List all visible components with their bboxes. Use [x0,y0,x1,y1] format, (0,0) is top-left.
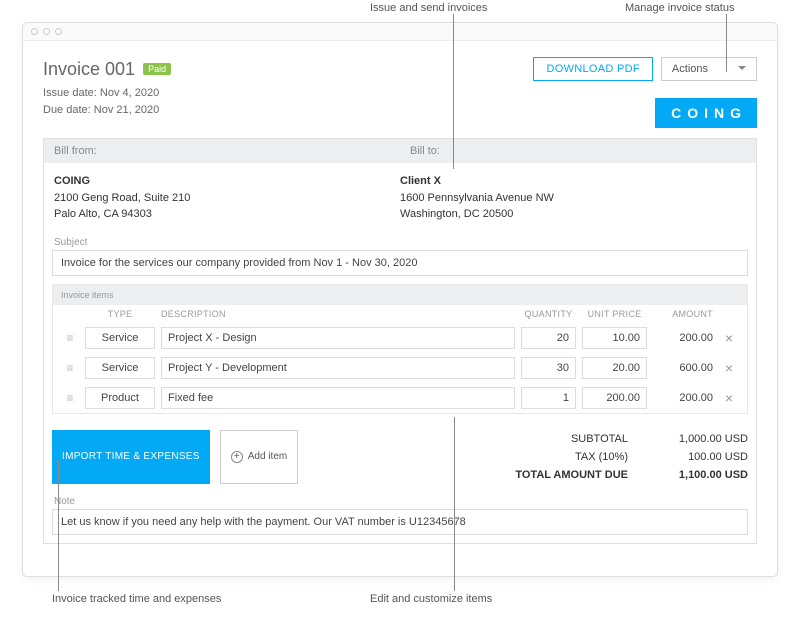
item-unit-price-input[interactable] [582,387,647,409]
brand-logo: COING [655,98,757,128]
invoice-item-row: ≡ 200.00 × [53,323,747,353]
item-quantity-input[interactable] [521,327,576,349]
actions-dropdown[interactable]: Actions [661,57,757,81]
bill-to-block: Client X 1600 Pennsylvania Avenue NW Was… [400,173,746,223]
delete-item-icon[interactable]: × [719,330,739,346]
delete-item-icon[interactable]: × [719,390,739,406]
actions-label: Actions [672,63,708,75]
item-quantity-input[interactable] [521,357,576,379]
drag-handle-icon[interactable]: ≡ [61,331,79,345]
note-input[interactable] [52,509,748,535]
item-amount: 200.00 [653,332,713,344]
invoice-items-box: Invoice items TYPE DESCRIPTION QUANTITY … [52,284,748,414]
invoice-items-columns: TYPE DESCRIPTION QUANTITY UNIT PRICE AMO… [53,305,747,323]
drag-handle-icon[interactable]: ≡ [61,361,79,375]
subject-label: Subject [44,233,756,250]
subject-input[interactable] [52,250,748,276]
download-pdf-button[interactable]: DOWNLOAD PDF [533,57,652,81]
item-description-input[interactable] [161,357,515,379]
item-amount: 600.00 [653,362,713,374]
plus-circle-icon: + [231,451,243,463]
window-dot [31,28,38,35]
window-dot [55,28,62,35]
item-quantity-input[interactable] [521,387,576,409]
drag-handle-icon[interactable]: ≡ [61,391,79,405]
add-item-button[interactable]: + Add item [220,430,298,484]
item-unit-price-input[interactable] [582,357,647,379]
item-amount: 200.00 [653,392,713,404]
annotation-tracked: Invoice tracked time and expenses [52,593,221,605]
invoice-item-row: ≡ 200.00 × [53,383,747,413]
totals-block: SUBTOTAL1,000.00 USD TAX (10%)100.00 USD… [488,430,748,484]
bill-from-header: Bill from: [44,139,400,163]
window-dot [43,28,50,35]
bill-from-block: COING 2100 Geng Road, Suite 210 Palo Alt… [54,173,400,223]
invoice-card: Bill from: Bill to: COING 2100 Geng Road… [43,138,757,544]
item-type-input[interactable] [85,387,155,409]
bill-to-header: Bill to: [400,139,756,163]
window-title-bar [23,23,777,41]
invoice-items-header: Invoice items [53,285,747,305]
annotation-issue-send: Issue and send invoices [370,2,487,14]
invoice-item-row: ≡ 600.00 × [53,353,747,383]
chevron-down-icon [738,63,746,75]
note-label: Note [44,492,756,509]
invoice-title: Invoice 001 [43,59,135,80]
item-description-input[interactable] [161,387,515,409]
delete-item-icon[interactable]: × [719,360,739,376]
status-badge: Paid [143,63,171,75]
item-type-input[interactable] [85,357,155,379]
item-unit-price-input[interactable] [582,327,647,349]
annotation-manage-status: Manage invoice status [625,2,734,14]
item-type-input[interactable] [85,327,155,349]
app-window: Invoice 001 Paid DOWNLOAD PDF Actions Is… [22,22,778,577]
import-time-expenses-button[interactable]: IMPORT TIME & EXPENSES [52,430,210,484]
annotation-edit-items: Edit and customize items [370,593,492,605]
item-description-input[interactable] [161,327,515,349]
